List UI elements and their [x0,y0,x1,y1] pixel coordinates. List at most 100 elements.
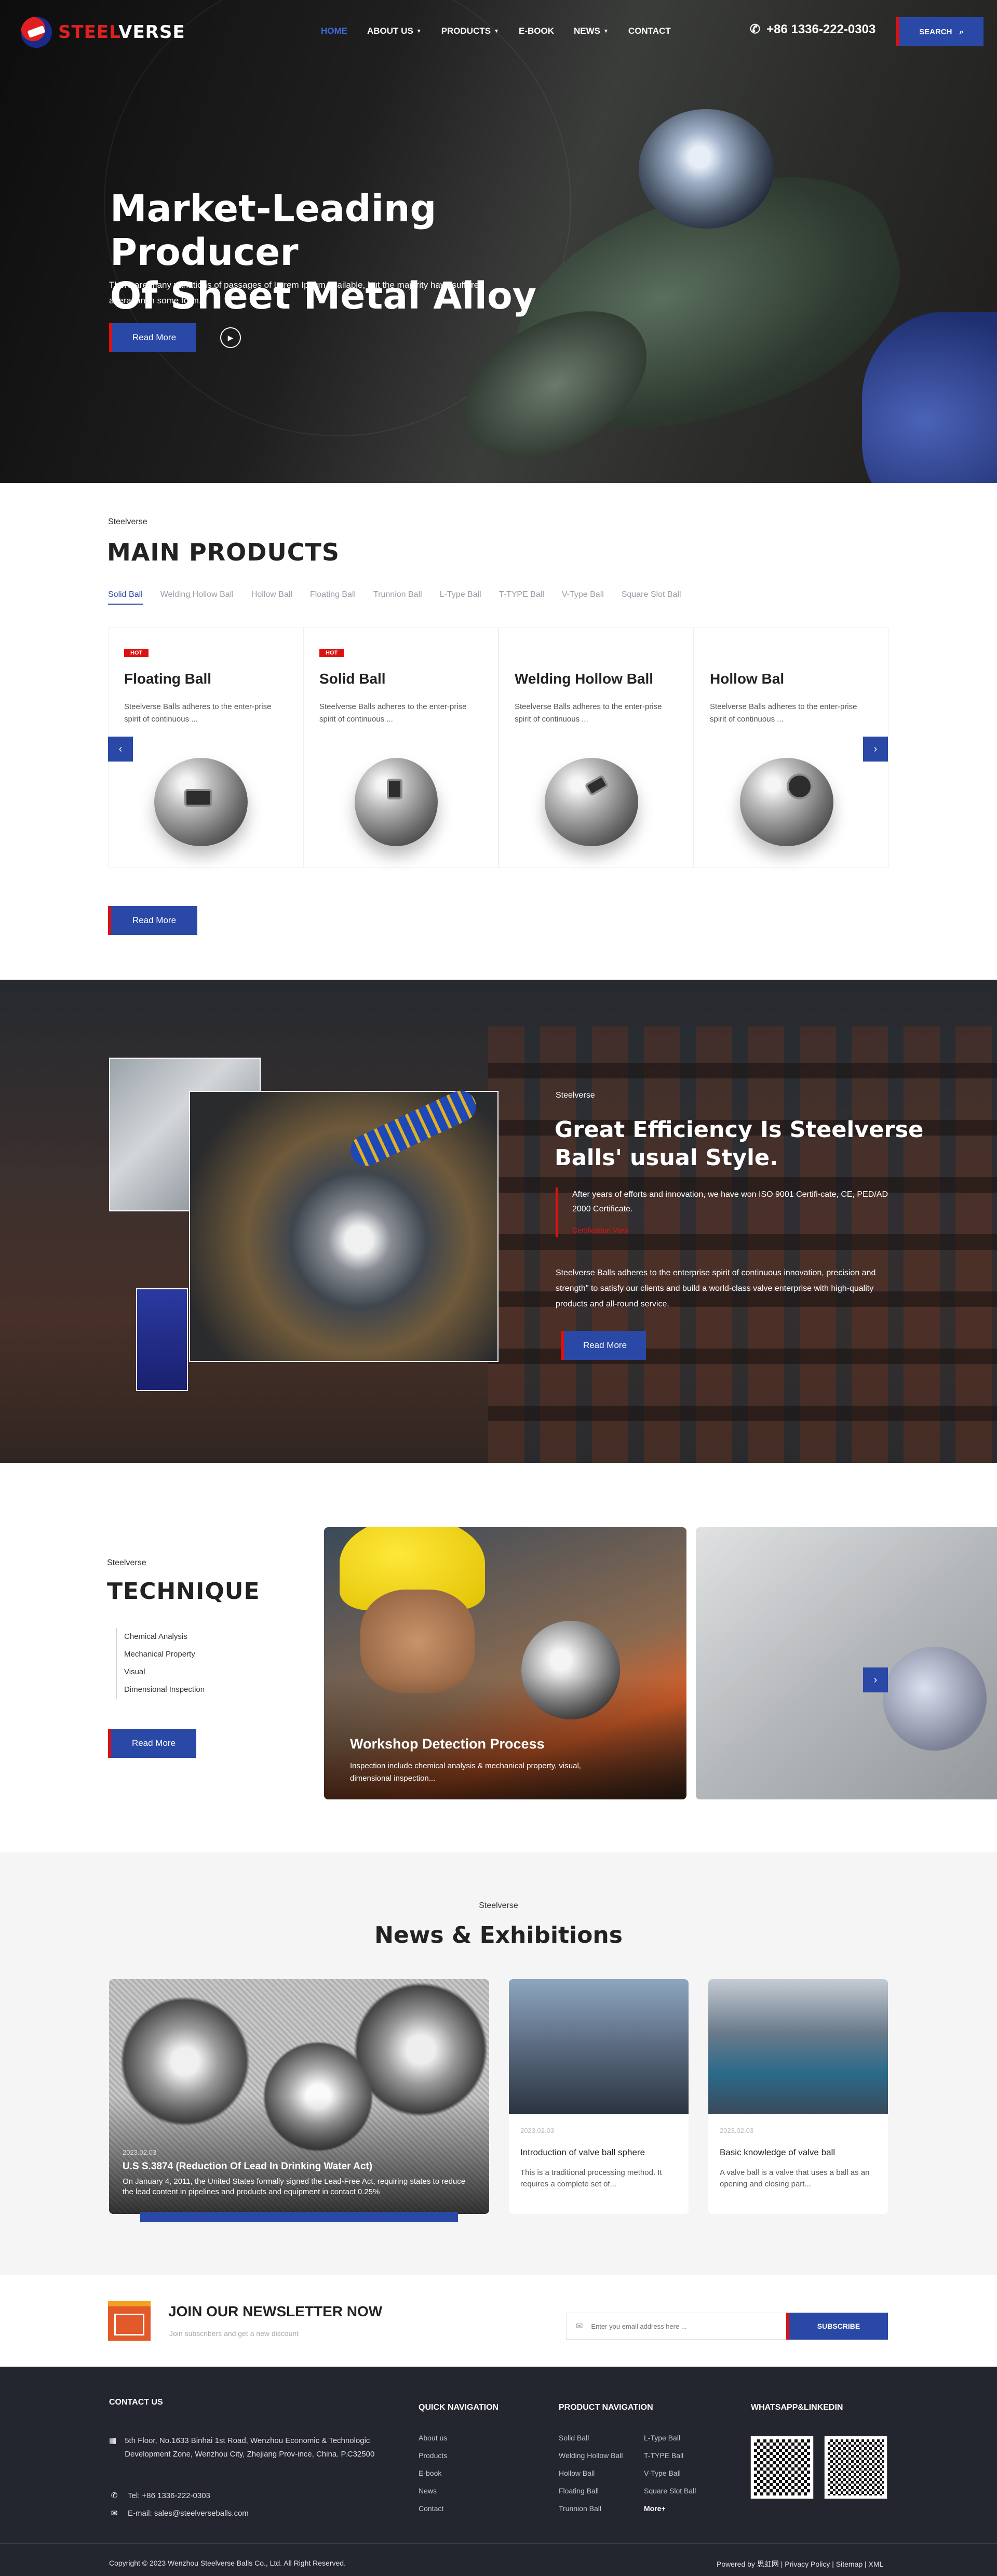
chevron-down-icon: ▼ [603,28,609,34]
footer-link[interactable]: E-book [419,2464,447,2482]
news-text: This is a traditional processing method.… [520,2168,662,2188]
news-card[interactable]: 2023.02.03 Introduction of valve ball sp… [509,1979,689,2214]
footer-email[interactable]: ✉ E-mail: sales@steelverseballs.com [109,2507,249,2520]
email-field-wrapper: ✉ [566,2313,786,2340]
product-nav-list: Solid Ball Welding Hollow Ball Hollow Ba… [559,2429,623,2517]
carousel-next-arrow-icon[interactable]: › [863,1667,888,1692]
hero-metal-ball-image [639,109,774,229]
list-item[interactable]: Mechanical Property [124,1646,205,1663]
main-nav: HOME ABOUT US ▼ PRODUCTS ▼ E-BOOK NEWS ▼ CO… [321,26,691,36]
tab-hollow-ball[interactable]: Hollow Ball [251,590,292,605]
section-kicker: Steelverse [108,517,147,526]
technique-card-title: Workshop Detection Process [350,1736,545,1752]
product-card[interactable]: HOT Solid Ball Steelverse Balls adheres … [303,628,498,867]
tab-v-type-ball[interactable]: V-Type Ball [562,590,604,605]
hero-sleeve-image [862,312,997,483]
product-card[interactable]: HOT Floating Ball Steelverse Balls adher… [108,628,303,867]
tab-t-type-ball[interactable]: T-TYPE Ball [499,590,544,605]
footer-link[interactable]: V-Type Ball [644,2464,696,2482]
hero-text: There are many variations of passages of… [109,280,484,305]
tab-trunnion-ball[interactable]: Trunnion Ball [373,590,422,605]
footer-link[interactable]: News [419,2482,447,2500]
product-name: Welding Hollow Ball [515,671,654,687]
technique-read-more-button[interactable]: Read More [108,1729,196,1758]
envelope-icon [108,2301,151,2341]
footer-link[interactable]: Welding Hollow Ball [559,2447,623,2464]
email-field[interactable] [591,2322,768,2330]
logo-text: STEELVERSE [58,22,185,43]
hot-badge: HOT [124,649,149,657]
search-button[interactable]: SEARCH ⌕ [896,17,983,46]
section-kicker: Steelverse [107,1558,146,1567]
chevron-down-icon: ▼ [416,28,422,34]
footer-link[interactable]: Hollow Ball [559,2464,623,2482]
footer-link[interactable]: Products [419,2447,447,2464]
list-item[interactable]: Dimensional Inspection [124,1681,205,1699]
news-card[interactable]: 2023.02.03 Basic knowledge of valve ball… [708,1979,888,2214]
product-desc: Steelverse Balls adheres to the enter-pr… [515,702,662,724]
product-card[interactable]: Welding Hollow Ball Steelverse Balls adh… [498,628,694,867]
technique-section: Steelverse TECHNIQUE Chemical Analysis M… [0,1463,997,1852]
product-nav-list-2: L-Type Ball T-TYPE Ball V-Type Ball Squa… [644,2429,696,2517]
news-title: Basic knowledge of valve ball [720,2147,836,2157]
nav-contact[interactable]: CONTACT [628,26,671,36]
newsletter-subtitle: Join subscribers and get a new discount [169,2329,299,2338]
footer-link[interactable]: Solid Ball [559,2429,623,2447]
footer-tel[interactable]: ✆ Tel: +86 1336-222-0303 [109,2489,210,2503]
footer-link[interactable]: Trunnion Ball [559,2500,623,2517]
tab-l-type-ball[interactable]: L-Type Ball [440,590,481,605]
tab-welding-hollow-ball[interactable]: Welding Hollow Ball [160,590,234,605]
footer-address: ▦ 5th Floor, No.1633 Binhai 1st Road, We… [109,2434,379,2461]
news-date: 2023.02.03 [123,2148,157,2156]
footer-link[interactable]: Contact [419,2500,447,2517]
footer-link[interactable]: L-Type Ball [644,2429,696,2447]
products-read-more-button[interactable]: Read More [108,906,197,935]
hero-section: Market-Leading Producer Of Sheet Metal Al… [0,0,997,483]
footer-link[interactable]: T-TYPE Ball [644,2447,696,2464]
product-desc: Steelverse Balls adheres to the enter-pr… [124,702,272,724]
subscribe-button[interactable]: SUBSCRIBE [786,2313,888,2340]
nav-products[interactable]: PRODUCTS ▼ [441,26,499,36]
nav-about-us[interactable]: ABOUT US ▼ [367,26,422,36]
certificate-block: After years of efforts and innovation, w… [556,1187,888,1237]
tab-floating-ball[interactable]: Floating Ball [310,590,356,605]
certification-view-link[interactable]: Certification View [572,1223,888,1237]
nav-home[interactable]: HOME [321,26,347,36]
machining-image [189,1085,498,1362]
nav-e-book[interactable]: E-BOOK [519,26,554,36]
logo-icon [21,17,52,48]
newsletter-section: JOIN OUR NEWSLETTER NOW Join subscribers… [0,2275,997,2367]
list-item[interactable]: Chemical Analysis [124,1628,205,1646]
site-header: STEELVERSE HOME ABOUT US ▼ PRODUCTS ▼ E-BO… [0,0,997,62]
linkedin-qr-code [824,2436,887,2499]
product-card[interactable]: Hollow Bal Steelverse Balls adheres to t… [694,628,889,867]
product-desc: Steelverse Balls adheres to the enter-pr… [319,702,467,724]
hero-read-more-button[interactable]: Read More [109,323,196,352]
carousel-next-arrow-icon[interactable]: › [863,737,888,762]
technique-card[interactable]: Workshop Detection Process Inspection in… [324,1527,686,1799]
featured-news-card[interactable]: 2023.02.03 U.S S.3874 (Reduction Of Lead… [109,1979,489,2214]
footer-link[interactable]: Floating Ball [559,2482,623,2500]
logo[interactable]: STEELVERSE [21,17,185,48]
tab-solid-ball[interactable]: Solid Ball [108,590,143,605]
list-item[interactable]: Visual [124,1663,205,1681]
play-icon[interactable]: ▶ [220,327,241,348]
tab-square-slot-ball[interactable]: Square Slot Ball [622,590,681,605]
footer-link[interactable]: About us [419,2429,447,2447]
whatsapp-qr-code [750,2436,814,2499]
technique-card-2[interactable] [696,1527,997,1799]
carousel-prev-arrow-icon[interactable]: ‹ [108,737,133,762]
section-title: News & Exhibitions [374,1922,623,1948]
phone-icon: ✆ [111,2491,118,2500]
efficiency-read-more-button[interactable]: Read More [561,1331,646,1360]
header-phone[interactable]: ✆ +86 1336-222-0303 [750,22,875,37]
footer-link[interactable]: Square Slot Ball [644,2482,696,2500]
newsletter-title: JOIN OUR NEWSLETTER NOW [168,2303,383,2319]
welding-image [136,1288,188,1391]
news-date: 2023.02.03 [520,2127,555,2134]
chevron-down-icon: ▼ [494,28,499,34]
footer-bottom-links[interactable]: Powered by 思虹网 | Privacy Policy | Sitema… [717,2559,883,2569]
footer-link[interactable]: More+ [644,2500,696,2517]
product-carousel: HOT Floating Ball Steelverse Balls adher… [108,628,889,867]
nav-news[interactable]: NEWS ▼ [574,26,609,36]
